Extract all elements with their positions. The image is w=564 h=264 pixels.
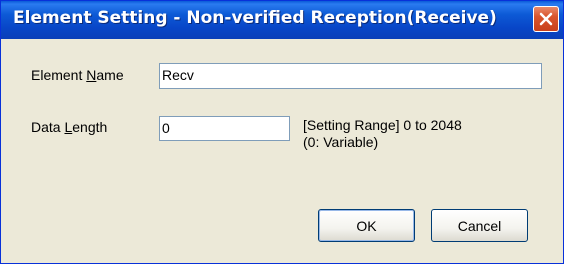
close-button[interactable] xyxy=(533,6,559,32)
element-name-accelerator: N xyxy=(86,67,97,83)
data-length-label-part: ength xyxy=(72,119,108,135)
cancel-button-label: Cancel xyxy=(457,217,502,234)
ok-button-label: OK xyxy=(356,217,377,234)
dialog-window: Element Setting - Non-verified Reception… xyxy=(0,0,564,264)
element-name-label-part: ame xyxy=(96,67,124,83)
element-name-field[interactable]: Recv xyxy=(159,63,542,89)
element-name-value: Recv xyxy=(162,67,194,83)
element-name-label: Element Name xyxy=(31,67,124,83)
data-length-label: Data Length xyxy=(31,119,107,135)
data-length-value: 0 xyxy=(162,120,170,136)
setting-range-line: [Setting Range] 0 to 2048 xyxy=(303,117,462,133)
setting-range-hint: [Setting Range] 0 to 2048 (0: Variable) xyxy=(303,117,462,151)
ok-button[interactable]: OK xyxy=(318,209,415,242)
window-title: Element Setting - Non-verified Reception… xyxy=(13,8,497,28)
data-length-field[interactable]: 0 xyxy=(159,116,290,141)
title-bar[interactable]: Element Setting - Non-verified Reception… xyxy=(1,1,563,39)
element-name-label-part: Element xyxy=(31,67,87,83)
cancel-button[interactable]: Cancel xyxy=(431,209,528,242)
variable-note-line: (0: Variable) xyxy=(303,134,379,150)
data-length-label-part: Data xyxy=(31,119,65,135)
close-icon xyxy=(539,12,553,26)
